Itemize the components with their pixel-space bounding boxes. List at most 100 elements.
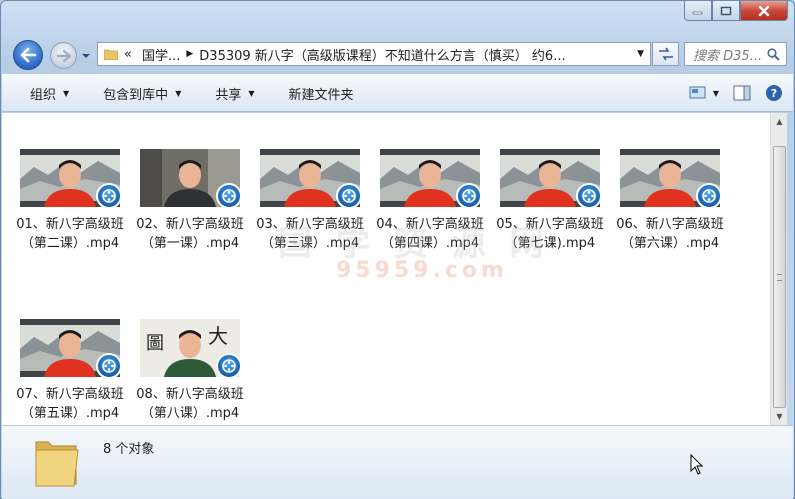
file-name-line2: （第七课).mp4 [504, 236, 596, 251]
forward-button[interactable] [50, 42, 77, 69]
file-name-line2: （第五课）.mp4 [20, 406, 120, 421]
video-thumbnail [20, 149, 120, 207]
file-name-line2: （第六课）.mp4 [620, 236, 720, 251]
video-thumbnail [500, 149, 600, 207]
video-thumbnail [380, 149, 480, 207]
close-icon [758, 5, 770, 16]
scroll-thumb[interactable] [773, 146, 786, 408]
video-thumbnail [260, 149, 360, 207]
search-box[interactable]: 搜索 D35... [684, 42, 787, 66]
explorer-window: « 国学... ▶ D35309 新八字（高级版课程）不知道什么方言（慎买） 约… [0, 0, 795, 499]
maximize-button[interactable] [712, 1, 740, 21]
forward-arrow-icon [56, 49, 71, 62]
address-bar[interactable]: « 国学... ▶ D35309 新八字（高级版课程）不知道什么方言（慎买） 约… [97, 42, 651, 66]
file-name-line1: 05、新八字高级班 [496, 217, 604, 232]
video-player-icon [216, 183, 240, 207]
file-name-line2: （第二课）.mp4 [20, 236, 120, 251]
chevron-down-icon: ▼ [712, 88, 719, 98]
file-name-line1: 04、新八字高级班 [376, 217, 484, 232]
address-dropdown-icon[interactable]: ▼ [637, 49, 644, 59]
breadcrumb-item[interactable]: 国学... [142, 45, 180, 64]
svg-text:?: ? [771, 87, 777, 100]
include-library-menu[interactable]: 包含到库中 ▼ [81, 75, 193, 111]
help-icon[interactable]: ? [765, 84, 783, 102]
search-placeholder: 搜索 D35... [693, 48, 763, 64]
breadcrumb-separator-icon[interactable]: ▶ [186, 49, 193, 59]
scroll-up-icon[interactable]: ▲ [771, 113, 788, 130]
video-player-icon [216, 353, 240, 377]
file-name-line2: （第三课）.mp4 [260, 236, 360, 251]
breadcrumb-overflow[interactable]: « [124, 47, 132, 62]
file-name: 01、新八字高级班 （第二课）.mp4 [10, 215, 130, 253]
share-label: 共享 [215, 87, 242, 103]
view-icon [689, 86, 706, 99]
file-item[interactable]: 01、新八字高级班 （第二课）.mp4 [10, 149, 130, 253]
file-item[interactable]: 04、新八字高级班 （第四课）.mp4 [370, 149, 490, 253]
file-list[interactable]: 01、新八字高级班 （第二课）.mp4 02、新八字高级班 （第一课）.mp4 03、新… [2, 113, 770, 425]
view-options-button[interactable]: ▼ [689, 86, 719, 100]
chevron-down-icon: ▼ [63, 88, 70, 98]
item-count: 8 个对象 [103, 442, 155, 457]
chevron-down-icon: ▼ [175, 88, 182, 98]
search-icon[interactable] [767, 47, 780, 61]
preview-pane-icon[interactable] [733, 85, 751, 101]
history-dropdown-icon[interactable] [81, 51, 91, 61]
chevron-down-icon: ▼ [248, 88, 255, 98]
breadcrumb-item-current[interactable]: D35309 新八字（高级版课程）不知道什么方言（慎买） 约6... [199, 45, 565, 64]
file-name-line2: （第一课）.mp4 [140, 236, 240, 251]
video-player-icon [576, 183, 600, 207]
close-button[interactable] [740, 1, 788, 21]
svg-text:圖: 圖 [146, 333, 164, 354]
video-player-icon [696, 183, 720, 207]
watermark-url: 95959.com [336, 258, 508, 283]
scroll-down-icon[interactable]: ▼ [771, 408, 788, 425]
file-name: 02、新八字高级班 （第一课）.mp4 [130, 215, 250, 253]
file-name: 05、新八字高级班 （第七课).mp4 [490, 215, 610, 253]
file-item[interactable]: 圖大 08、新八字高级班 （第八课）.mp4 [130, 319, 250, 423]
file-name-line1: 03、新八字高级班 [256, 217, 364, 232]
file-name: 04、新八字高级班 （第四课）.mp4 [370, 215, 490, 253]
video-player-icon [96, 353, 120, 377]
minimize-button[interactable] [684, 1, 712, 21]
file-name: 08、新八字高级班 （第八课）.mp4 [130, 385, 250, 423]
vertical-scrollbar[interactable]: ▲ ▼ [770, 113, 787, 425]
file-item[interactable]: 05、新八字高级班 （第七课).mp4 [490, 149, 610, 253]
organize-label: 组织 [30, 87, 57, 103]
video-thumbnail [620, 149, 720, 207]
file-item[interactable]: 03、新八字高级班 （第三课）.mp4 [250, 149, 370, 253]
file-name-line2: （第八课）.mp4 [140, 406, 240, 421]
refresh-button[interactable] [652, 42, 679, 66]
file-name-line1: 06、新八字高级班 [616, 217, 724, 232]
toolbar-right-group: ▼ ? [689, 75, 783, 111]
file-name-line1: 07、新八字高级班 [16, 387, 124, 402]
command-bar: 组织 ▼ 包含到库中 ▼ 共享 ▼ 新建文件夹 ▼ ? [2, 74, 793, 112]
file-item[interactable]: 02、新八字高级班 （第一课）.mp4 [130, 149, 250, 253]
file-item[interactable]: 06、新八字高级班 （第六课）.mp4 [610, 149, 730, 253]
back-arrow-icon [20, 47, 37, 63]
svg-text:大: 大 [208, 324, 228, 348]
video-thumbnail: 圖大 [140, 319, 240, 377]
caption-buttons [684, 1, 788, 21]
folder-icon [35, 441, 79, 487]
new-folder-button[interactable]: 新建文件夹 [267, 75, 366, 111]
mouse-cursor-icon [690, 454, 704, 475]
video-player-icon [96, 183, 120, 207]
file-name-line2: （第四课）.mp4 [380, 236, 480, 251]
folder-icon [104, 49, 118, 60]
include-library-label: 包含到库中 [103, 87, 169, 103]
file-name: 06、新八字高级班 （第六课）.mp4 [610, 215, 730, 253]
video-player-icon [336, 183, 360, 207]
file-name-line1: 01、新八字高级班 [16, 217, 124, 232]
organize-menu[interactable]: 组织 ▼ [2, 75, 81, 111]
video-thumbnail [140, 149, 240, 207]
back-button[interactable] [13, 40, 43, 70]
file-name: 03、新八字高级班 （第三课）.mp4 [250, 215, 370, 253]
video-player-icon [456, 183, 480, 207]
file-name-line1: 02、新八字高级班 [136, 217, 244, 232]
file-name: 07、新八字高级班 （第五课）.mp4 [10, 385, 130, 423]
share-menu[interactable]: 共享 ▼ [193, 75, 266, 111]
file-name-line1: 08、新八字高级班 [136, 387, 244, 402]
details-pane: 8 个对象 [2, 425, 793, 499]
file-item[interactable]: 07、新八字高级班 （第五课）.mp4 [10, 319, 130, 423]
video-thumbnail [20, 319, 120, 377]
